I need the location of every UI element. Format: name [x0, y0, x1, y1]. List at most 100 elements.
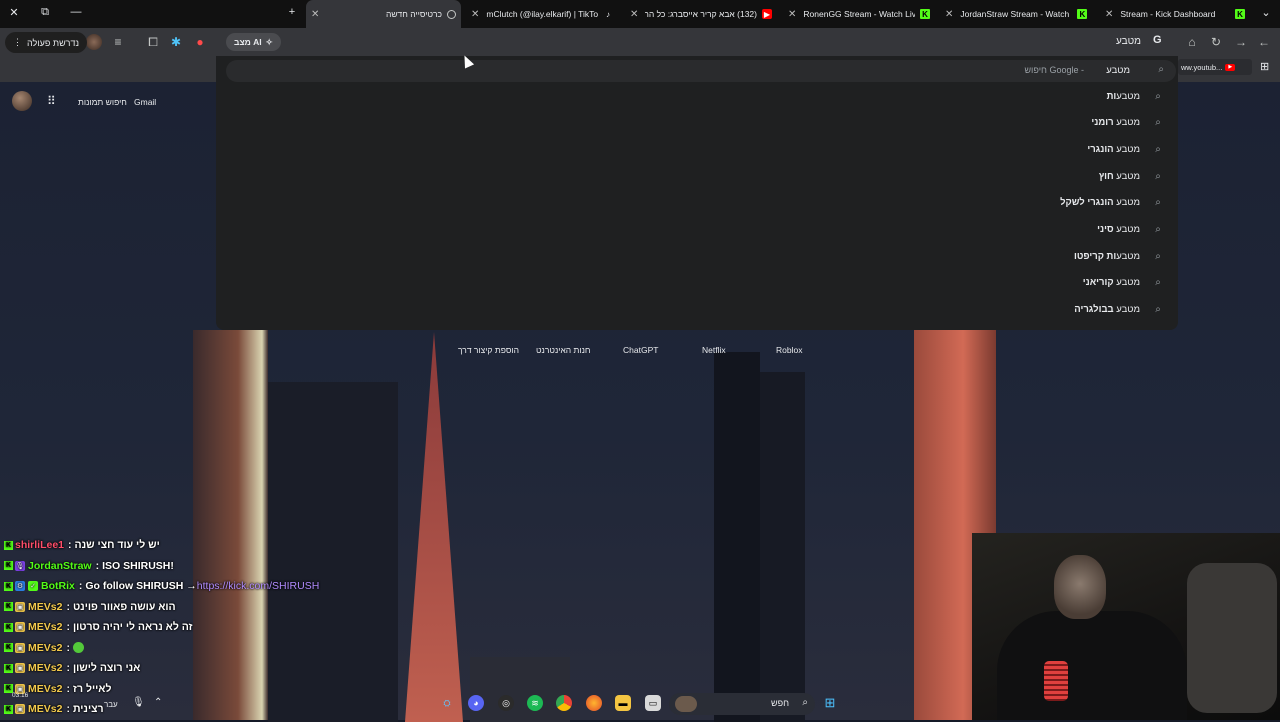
kick-badge-icon: K [4, 602, 13, 611]
suggestion-text: מטבע חוץ [1099, 166, 1140, 186]
restore-window-icon[interactable]: ⧉ [37, 6, 53, 19]
tab-jordanstraw[interactable]: ✕ JordanStraw Stream - Watch Live K [940, 0, 1095, 28]
extension-icon[interactable]: ✱ [168, 34, 184, 50]
spotify-icon[interactable]: ≋ [527, 695, 543, 711]
apps-grid-icon[interactable]: ⊞ [1260, 60, 1269, 73]
gmail-link[interactable]: Gmail [134, 97, 156, 107]
shortcut-web-store[interactable]: חנות האינטרנט [536, 345, 591, 355]
tab-new-tab[interactable]: ✕ כרטיסייה חדשה [306, 0, 461, 28]
file-explorer-icon[interactable]: ▬ [615, 695, 631, 711]
close-tab-icon[interactable]: ✕ [471, 9, 479, 20]
chat-username[interactable]: MEVs2 [28, 601, 62, 613]
close-tab-icon[interactable]: ✕ [311, 9, 319, 20]
chat-username[interactable]: BotRix [41, 580, 75, 592]
tab-kick-dashboard[interactable]: ✕ Stream - Kick Dashboard K [1100, 0, 1250, 28]
more-icon: ⋮ [13, 37, 22, 47]
chevron-up-icon[interactable]: ⌃ [154, 697, 162, 708]
chat-text: אני רוצה לישון [72, 662, 141, 674]
chat-separator: : [66, 621, 70, 633]
firefox-icon[interactable] [586, 695, 602, 711]
windows-start-icon[interactable]: ⊞ [822, 695, 838, 711]
reading-list-icon[interactable]: ≡ [110, 34, 126, 50]
sub-badge-icon: ▣ [15, 663, 25, 673]
close-tab-icon[interactable]: ✕ [1105, 9, 1113, 20]
extensions-puzzle-icon[interactable]: ⧠ [145, 34, 161, 50]
suggestion-item[interactable]: מטבע בבולגריה ⌕ [226, 300, 1176, 320]
images-link[interactable]: חיפוש תמונות [78, 97, 127, 107]
chat-username[interactable]: MEVs2 [28, 662, 62, 674]
google-apps-icon[interactable]: ⠿ [47, 94, 56, 108]
suggestion-item[interactable]: מטבע ות קריפטו ⌕ [226, 246, 1176, 266]
search-icon: ⌕ [1158, 64, 1164, 75]
suggestion-hint: חיפוש Google - [1024, 65, 1084, 75]
suggestion-prefix: מטבע [1116, 250, 1140, 262]
sub-badge-icon: ▣ [15, 622, 25, 632]
tab-tiktok[interactable]: ✕ mClutch (@ilay.elkarif) | TikTok ♪ [466, 0, 618, 28]
back-icon[interactable]: ← [1256, 34, 1272, 50]
chat-username[interactable]: JordanStraw [28, 560, 92, 572]
ai-mode-button[interactable]: מצב AI ✧ [226, 33, 281, 51]
obs-icon[interactable]: ◎ [498, 695, 514, 711]
google-account-avatar[interactable] [12, 91, 32, 111]
search-icon: ⌕ [1155, 277, 1161, 289]
suggestion-prefix: מטבע [1116, 197, 1140, 209]
suggestion-prefix: מטבע [1116, 90, 1140, 102]
new-tab-icon[interactable]: + [284, 6, 300, 18]
suggestion-item[interactable]: מטבע חוץ ⌕ [226, 166, 1176, 186]
suggestion-item[interactable]: מטבע סיני ⌕ [226, 220, 1176, 240]
suggestion-completion: קוריאני [1082, 277, 1117, 289]
tab-youtube[interactable]: ✕ (132) אבא קריר אייסברג: כל הה ▶ [625, 0, 777, 28]
kick-icon: K [1077, 9, 1088, 19]
chat-message: K 🎙 JordanStraw: ISO SHIRUSH! [0, 556, 174, 576]
reload-icon[interactable]: ↻ [1208, 34, 1224, 50]
close-tab-icon[interactable]: ✕ [630, 9, 638, 20]
suggestion-item[interactable]: מטבע קוריאני ⌕ [226, 273, 1176, 293]
chat-link[interactable]: https://kick.com/SHIRUSH [197, 580, 320, 592]
suggestion-prefix: מטבע [1116, 143, 1140, 155]
search-icon: ⌕ [1155, 170, 1161, 182]
close-tab-icon[interactable]: ✕ [945, 9, 953, 20]
chat-username[interactable]: MEVs2 [28, 642, 62, 654]
shortcut-netflix[interactable]: Netflix [702, 345, 726, 355]
home-icon[interactable]: ⌂ [1184, 34, 1200, 50]
extension-icon[interactable]: ● [192, 34, 208, 50]
shortcut-roblox[interactable]: Roblox [776, 345, 802, 355]
chat-message: K ▣ MEVs2: [0, 638, 84, 658]
suggestion-item[interactable]: מטבע ות ⌕ [226, 86, 1176, 106]
taskbar-search[interactable]: חפש ⌕ [669, 693, 815, 715]
chat-separator: : [66, 600, 70, 613]
clock: 03:16 [12, 692, 29, 699]
chrome-icon[interactable] [556, 695, 572, 711]
suggestion-item[interactable]: מטבע הונגרי ⌕ [226, 139, 1176, 159]
app-icon[interactable]: ▭ [645, 695, 661, 711]
close-tab-icon[interactable]: ✕ [788, 9, 796, 20]
discord-icon[interactable]: ◕ [468, 695, 484, 711]
tab-search-icon[interactable]: ⌄ [1258, 6, 1274, 19]
chat-message: K ▣ MEVs2: זה לא נראה לי יהיה סרטון [0, 617, 192, 637]
shortcut-chatgpt[interactable]: ChatGPT [623, 345, 658, 355]
profile-avatar[interactable] [86, 34, 102, 50]
minimize-window-icon[interactable]: — [68, 6, 84, 18]
suggestion-item[interactable]: מטבע רומני ⌕ [226, 113, 1176, 133]
steam-icon[interactable]: ⛭ [439, 695, 455, 711]
omnibox-input[interactable]: מטבע [1116, 36, 1141, 47]
suggestion-item[interactable]: מטבע הונגרי לשקל ⌕ [226, 193, 1176, 213]
bookmark-youtube[interactable]: ww.youtub... ▶ [1178, 59, 1252, 75]
language-indicator[interactable]: עבר [104, 700, 118, 709]
chat-username[interactable]: MEVs2 [28, 621, 62, 633]
chat-username[interactable]: shirliLee1 [15, 539, 64, 551]
close-window-icon[interactable]: ✕ [6, 6, 22, 19]
suggestion-text: מטבע בבולגריה [1074, 300, 1140, 320]
tab-label: Stream - Kick Dashboard [1120, 9, 1216, 19]
suggestion-text: מטבע ות [1107, 86, 1140, 106]
tab-ronengg[interactable]: ✕ RonenGG Stream - Watch Live K [783, 0, 935, 28]
forward-icon[interactable]: → [1233, 34, 1249, 50]
search-icon: ⌕ [1155, 197, 1161, 209]
action-required-button[interactable]: ⋮ נדרשת פעולה [5, 32, 87, 53]
suggestion-search-google[interactable]: מטבע חיפוש Google - ⌕ [226, 60, 1176, 82]
suggestion-completion: סיני [1097, 224, 1117, 235]
chat-text: הוא עושה פאוור פוינט [72, 600, 176, 613]
add-shortcut[interactable]: הוספת קיצור דרך [458, 345, 519, 355]
sub-badge-icon: ▣ [15, 642, 25, 653]
microphone-icon[interactable]: 🎙 [132, 697, 145, 708]
